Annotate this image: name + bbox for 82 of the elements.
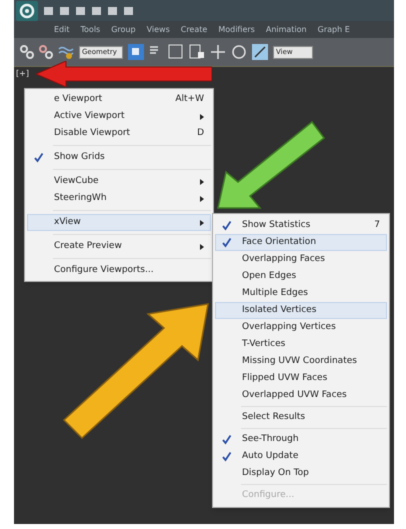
- menu-item[interactable]: Isolated Vertices: [215, 302, 387, 319]
- scale-icon[interactable]: [252, 44, 268, 60]
- menu-item-label: Show Statistics: [242, 218, 310, 232]
- quick-access-icon[interactable]: [59, 6, 70, 16]
- menu-item-label: Disable Viewport: [54, 126, 130, 140]
- menu-item[interactable]: e Viewport Alt+W: [27, 91, 211, 108]
- shortcut-label: D: [196, 126, 204, 140]
- menu-item-label: Configure Viewports...: [54, 264, 154, 277]
- unlink-icon[interactable]: [39, 45, 53, 59]
- menu-item[interactable]: ViewCube: [27, 173, 211, 190]
- menu-item[interactable]: Create Preview: [27, 238, 211, 255]
- menu-bar-item[interactable]: Modifiers: [218, 24, 255, 36]
- menu-item-label: Flipped UVW Faces: [242, 372, 328, 385]
- menu-bar-item[interactable]: Edit: [54, 24, 70, 36]
- rotate-icon[interactable]: [231, 44, 247, 60]
- menu-item[interactable]: Disable Viewport D: [27, 125, 211, 142]
- menu-item[interactable]: Configure Viewports...: [27, 262, 211, 279]
- quick-access-icon[interactable]: [43, 6, 54, 16]
- select-object-icon[interactable]: [128, 44, 144, 60]
- menu-item-label: Missing UVW Coordinates: [242, 354, 357, 368]
- menu-item-label: e Viewport: [54, 92, 102, 106]
- menu-bar-item[interactable]: Group: [111, 24, 136, 36]
- quick-access-icon[interactable]: [75, 6, 86, 16]
- quick-access-icon[interactable]: [91, 6, 102, 16]
- menu-item-label: xView: [54, 216, 81, 229]
- menu-item-label: T-Vertices: [242, 338, 286, 351]
- menu-item[interactable]: xView: [27, 214, 211, 231]
- menu-item-label: SteeringWh: [54, 192, 107, 205]
- menu-bar-item[interactable]: Views: [146, 24, 170, 36]
- app-logo-icon[interactable]: [16, 0, 38, 20]
- menu-item-label: Configure...: [242, 488, 294, 502]
- menu-item[interactable]: Display On Top: [215, 465, 387, 482]
- menu-item[interactable]: Flipped UVW Faces: [215, 370, 387, 387]
- link-icon[interactable]: [20, 45, 34, 59]
- menu-item[interactable]: Open Edges: [215, 268, 387, 285]
- menu-bar-item[interactable]: Tools: [80, 24, 100, 36]
- submenu-caret-icon: [200, 220, 204, 226]
- menu-item-label: Overlapped UVW Faces: [242, 388, 347, 402]
- menu-item[interactable]: Show Statistics 7: [215, 217, 387, 234]
- menu-item-label: Open Edges: [242, 270, 296, 283]
- menu-item[interactable]: Face Orientation: [215, 234, 387, 251]
- menu-item-label: Show Grids: [54, 150, 105, 164]
- menu-item-label: Face Orientation: [242, 236, 316, 249]
- shortcut-label: Alt+W: [174, 92, 204, 106]
- menu-item-label: Isolated Vertices: [242, 304, 316, 317]
- submenu-caret-icon: [200, 196, 204, 202]
- menu-item-label: ViewCube: [54, 174, 99, 188]
- menu-bar-item[interactable]: Animation: [266, 24, 307, 36]
- shortcut-label: 7: [373, 218, 380, 232]
- quick-access-icon[interactable]: [123, 6, 134, 16]
- menu-item[interactable]: SteeringWh: [27, 190, 211, 207]
- menu-bar-item[interactable]: Create: [180, 24, 208, 36]
- menu-item-label: Display On Top: [242, 466, 309, 480]
- menu-item[interactable]: Overlapping Vertices: [215, 319, 387, 336]
- menu-item[interactable]: Overlapping Faces: [215, 251, 387, 268]
- menu-bar-item[interactable]: Graph E: [318, 24, 350, 36]
- quick-access-icon[interactable]: [107, 6, 118, 16]
- menu-item[interactable]: T-Vertices: [215, 336, 387, 353]
- waves-icon[interactable]: [58, 45, 74, 59]
- menu-item[interactable]: Missing UVW Coordinates: [215, 353, 387, 370]
- menu-item-label: Auto Update: [242, 450, 298, 463]
- menu-item-label: Create Preview: [54, 240, 122, 253]
- viewport-label[interactable]: [+]: [16, 68, 29, 80]
- menu-item-label: Overlapping Faces: [242, 252, 325, 266]
- menu-item-label: Active Viewport: [54, 110, 125, 123]
- menu-item[interactable]: See-Through: [215, 431, 387, 448]
- menu-item[interactable]: Overlapped UVW Faces: [215, 387, 387, 404]
- menu-item-label: Multiple Edges: [242, 286, 308, 300]
- rectangle-selection-icon[interactable]: [168, 44, 184, 60]
- submenu-caret-icon: [200, 244, 204, 250]
- menu-item[interactable]: Active Viewport: [27, 108, 211, 125]
- move-icon[interactable]: [210, 44, 226, 60]
- menu-item[interactable]: Multiple Edges: [215, 285, 387, 302]
- submenu-caret-icon: [200, 178, 204, 184]
- menu-item[interactable]: Show Grids: [27, 149, 211, 166]
- window-crossing-icon[interactable]: [189, 44, 205, 60]
- menu-item[interactable]: Select Results: [215, 409, 387, 426]
- menu-item-label: See-Through: [242, 432, 299, 446]
- menu-item-label: Select Results: [242, 410, 306, 424]
- menu-item-label: Overlapping Vertices: [242, 320, 336, 334]
- menu-item[interactable]: Auto Update: [215, 448, 387, 465]
- submenu-caret-icon: [200, 114, 204, 120]
